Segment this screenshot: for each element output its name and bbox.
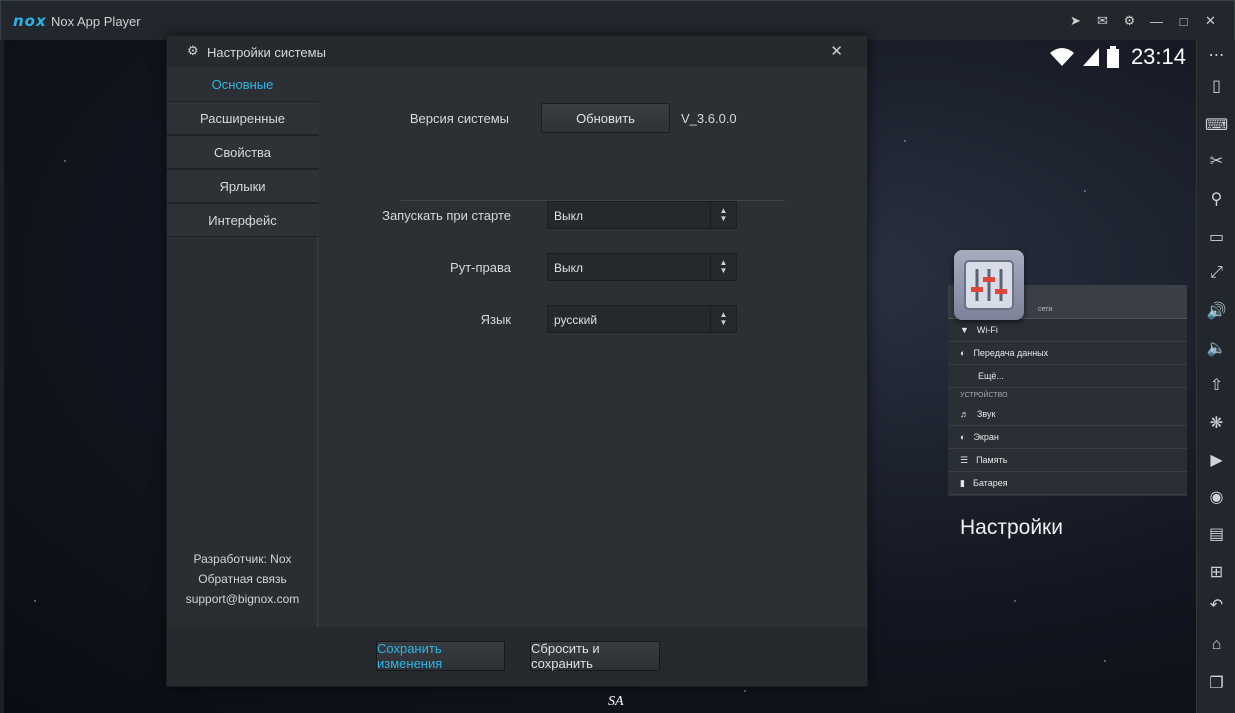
titlebar-controls: ➤ ✉ ⚙ — □ ✕ xyxy=(1062,10,1224,32)
screen-icon[interactable]: ▭ xyxy=(1197,222,1235,252)
location-icon[interactable]: ⚲ xyxy=(1197,184,1235,214)
settings-nav: Основные Расширенные Свойства Ярлыки Инт… xyxy=(167,67,318,627)
pin-icon[interactable]: ➤ xyxy=(1062,10,1089,32)
multi-instance-icon[interactable]: ▤ xyxy=(1197,519,1235,549)
list-item: ▼ Wi-Fi xyxy=(948,319,1187,342)
support-email[interactable]: support@bignox.com xyxy=(167,589,318,609)
maximize-icon[interactable]: □ xyxy=(1170,10,1197,32)
window-title: Nox App Player xyxy=(51,14,141,29)
close-icon[interactable]: ✕ xyxy=(830,42,843,60)
wifi-icon xyxy=(1049,48,1074,66)
equalizer-icon xyxy=(964,260,1014,310)
recent-apps-icon[interactable]: ❐ xyxy=(1197,668,1235,698)
list-item: ▮ Батарея xyxy=(948,472,1187,495)
list-item: ◐ Передача данных xyxy=(948,342,1187,365)
updown-arrows-icon: ▲ ▼ xyxy=(710,306,736,332)
updown-arrows-icon: ▲ ▼ xyxy=(710,254,736,280)
shake-icon[interactable]: ▯ xyxy=(1197,71,1235,101)
developer-info: Разработчик: Nox Обратная связь support@… xyxy=(167,549,318,609)
feedback-label: Обратная связь xyxy=(198,572,287,586)
wifi-icon: ▼ xyxy=(960,325,969,335)
autostart-label: Запускать при старте xyxy=(382,208,511,223)
developer-label: Разработчик: Nox xyxy=(193,552,292,566)
side-toolbar: ⋯ ▯ ⌨ ✂ ⚲ ▭ ⤢ 🔊 🔈 ⇧ ❋ ▶ ◉ ▤ ⊞ ↶ ⌂ ❐ xyxy=(1196,40,1235,713)
tab-properties[interactable]: Свойства xyxy=(167,135,318,169)
autostart-select[interactable]: Выкл ▲ ▼ xyxy=(547,201,737,229)
system-settings-dialog: ⚙ Настройки системы ✕ Основные Расширенн… xyxy=(166,35,868,687)
data-icon: ◐ xyxy=(960,348,966,358)
memory-icon: ☰ xyxy=(960,454,969,465)
clock: 23:14 xyxy=(1130,44,1186,69)
signal-icon xyxy=(1082,48,1099,66)
root-value: Выкл xyxy=(554,261,584,275)
system-version-label: Версия системы xyxy=(409,111,509,126)
window-titlebar: nox Nox App Player ➤ ✉ ⚙ — □ ✕ xyxy=(0,0,1235,40)
update-button[interactable]: Обновить xyxy=(541,103,670,133)
root-label: Рут-права xyxy=(450,260,511,275)
tab-interface[interactable]: Интерфейс xyxy=(167,203,318,237)
dialog-footer: Сохранить изменения Сбросить и сохранить xyxy=(167,627,867,686)
root-select[interactable]: Выкл ▲ ▼ xyxy=(547,253,737,281)
dialog-header: ⚙ Настройки системы ✕ xyxy=(167,36,867,67)
volume-up-icon[interactable]: 🔊 xyxy=(1197,296,1235,326)
sound-icon: ♬ xyxy=(960,409,969,419)
save-changes-button[interactable]: Сохранить изменения xyxy=(376,641,505,671)
version-value: V_3.6.0.0 xyxy=(681,111,737,126)
battery-icon xyxy=(1106,46,1119,68)
settings-content: Версия системы Обновить V_3.6.0.0 Запуск… xyxy=(319,67,867,627)
screen-icon: ◐ xyxy=(960,432,966,442)
dialog-title: Настройки системы xyxy=(207,45,326,60)
language-label: Язык xyxy=(480,312,511,327)
settings-app-icon[interactable] xyxy=(954,250,1024,320)
keyboard-icon[interactable]: ⌨ xyxy=(1197,110,1235,140)
thumbnail-section-device: УСТРОЙСТВО xyxy=(960,392,1008,399)
nox-logo: nox xyxy=(13,12,47,30)
fullscreen-icon[interactable]: ⤢ xyxy=(1197,258,1235,288)
gear-icon[interactable]: ⚙ xyxy=(1116,10,1143,32)
list-item: ♬ Звук xyxy=(948,403,1187,426)
loading-icon[interactable]: ❋ xyxy=(1197,408,1235,438)
list-item: ◐ Экран xyxy=(948,426,1187,449)
mail-icon[interactable]: ✉ xyxy=(1089,10,1116,32)
tab-shortcuts[interactable]: Ярлыки xyxy=(167,169,318,203)
apk-install-icon[interactable]: ⇧ xyxy=(1197,370,1235,400)
macro-icon[interactable]: ▶ xyxy=(1197,445,1235,475)
scissors-icon[interactable]: ✂ xyxy=(1197,146,1235,176)
add-icon[interactable]: ⊞ xyxy=(1197,557,1235,587)
video-record-icon[interactable]: ◉ xyxy=(1197,482,1235,512)
language-value: русский xyxy=(554,313,598,327)
back-icon[interactable]: ↶ xyxy=(1197,590,1235,620)
volume-down-icon[interactable]: 🔈 xyxy=(1197,333,1235,363)
close-icon[interactable]: ✕ xyxy=(1197,10,1224,32)
list-item: Ещё... xyxy=(948,365,1187,388)
reset-and-save-button[interactable]: Сбросить и сохранить xyxy=(530,641,660,671)
thumbnail-section-networks: сети xyxy=(1038,306,1053,313)
tab-advanced[interactable]: Расширенные xyxy=(167,101,318,135)
list-item: ☰ Память xyxy=(948,449,1187,472)
android-status-bar: 23:14 xyxy=(1049,44,1186,70)
home-icon[interactable]: ⌂ xyxy=(1197,630,1235,660)
gear-icon: ⚙ xyxy=(187,43,199,58)
autostart-value: Выкл xyxy=(554,209,584,223)
battery-icon: ▮ xyxy=(960,477,965,488)
recent-app-label: Настройки xyxy=(960,516,1063,539)
tab-basic[interactable]: Основные xyxy=(167,67,318,101)
more-icon[interactable]: ⋯ xyxy=(1197,40,1235,70)
language-select[interactable]: русский ▲ ▼ xyxy=(547,305,737,333)
updown-arrows-icon: ▲ ▼ xyxy=(710,202,736,228)
watermark: SA xyxy=(608,694,624,709)
minimize-icon[interactable]: — xyxy=(1143,10,1170,32)
